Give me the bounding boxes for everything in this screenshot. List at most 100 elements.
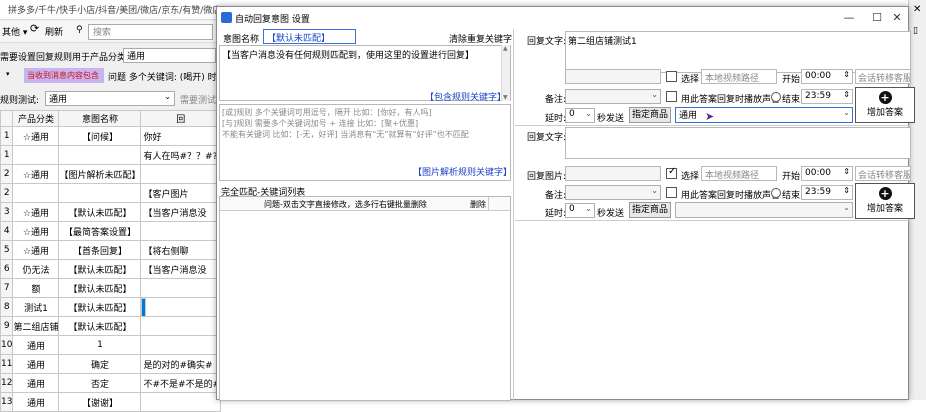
reply-text-input[interactable]: 第二组店铺测试1 (565, 31, 911, 73)
table-cell[interactable]: 【默认未匹配】 (58, 297, 142, 317)
table-cell[interactable]: 【谢谢】 (58, 392, 142, 412)
specify-product-button-2[interactable]: 指定商品 (629, 202, 671, 218)
reply-image-input[interactable] (565, 69, 661, 84)
table-row[interactable]: 7 额【默认未匹配】 (0, 278, 222, 298)
specify-product-button[interactable]: 指定商品 (629, 107, 671, 123)
table-row[interactable]: 10 通用 1 (0, 335, 222, 355)
intent-name-input[interactable]: 【默认未匹配】 (263, 29, 356, 44)
table-cell[interactable]: 【最简答案设置】 (58, 221, 142, 241)
table-cell[interactable]: ☆通用 (12, 221, 60, 241)
row-number[interactable]: 13 (0, 392, 14, 412)
local-video-path-input-2[interactable]: 本地视频路径 (701, 166, 777, 181)
row-number[interactable]: 9 (0, 316, 14, 336)
table-row[interactable]: 1 ☆通用 【问候】 你好 (0, 126, 222, 146)
table-cell[interactable] (140, 221, 222, 241)
table-row[interactable]: 9 第二组店铺 【默认未匹配】 (0, 316, 222, 336)
include-rule-keywords-link[interactable]: 【包含规则关键字】 (425, 90, 506, 103)
delay-select[interactable]: 0 ⌄ (565, 108, 595, 123)
table-cell[interactable]: ☆通用 (12, 164, 60, 184)
table-cell[interactable] (141, 298, 147, 317)
table-cell[interactable]: 【图片解析未匹配】 (58, 164, 142, 184)
select-checkbox-2[interactable] (666, 166, 677, 179)
grid-header[interactable]: 产品分类 (12, 110, 60, 127)
grid-header[interactable]: 意图名称 (58, 110, 142, 127)
table-cell[interactable]: ☆通用 (12, 126, 60, 146)
row-number[interactable]: 8 (0, 297, 14, 317)
row-number[interactable]: 5 (0, 240, 14, 260)
table-cell[interactable] (140, 335, 222, 355)
transfer-agent-input[interactable]: 会话转移客服: (855, 69, 911, 84)
row-number[interactable]: 1 (0, 145, 14, 165)
search-input[interactable]: 搜索 (88, 24, 213, 40)
image-rule-keywords-link[interactable]: 【图片解析规则关键字】 (413, 165, 512, 178)
table-cell[interactable]: 第二组店铺 (12, 316, 60, 336)
table-row[interactable]: 1 有人在吗#？？#? (0, 145, 222, 165)
start-time-input[interactable]: 00:00 ⇕ (801, 69, 853, 84)
play-sound-checkbox-2[interactable] (666, 187, 677, 198)
table-cell[interactable]: 【默认未匹配】 (58, 259, 142, 279)
table-cell[interactable]: 是的对的#确实# (140, 354, 222, 374)
grid-header[interactable]: 回 (140, 110, 222, 127)
start-time-input-2[interactable]: 00:00 ⇕ (801, 166, 853, 181)
table-cell[interactable] (58, 145, 142, 165)
table-cell[interactable]: 【当客户消息没 (140, 259, 222, 279)
product-select[interactable]: 通用 ⌄ (675, 107, 853, 123)
other-menu[interactable]: 其他 ▾ (2, 25, 27, 38)
table-row[interactable]: 12 通用 否定 不#不是#不是的# (0, 373, 222, 393)
table-cell[interactable]: 【默认未匹配】 (58, 316, 142, 336)
table-cell[interactable]: 仍无法 (12, 259, 60, 279)
row-number[interactable]: 1 (0, 126, 14, 146)
minimize-icon[interactable]: — (837, 10, 861, 26)
table-cell[interactable]: 不#不是#不是的# (140, 373, 222, 393)
add-answer-button-2[interactable]: + 增加答案 (855, 183, 915, 219)
clear-duplicate-keywords-button[interactable]: 清除重复关键字 (449, 32, 512, 45)
local-video-path-input[interactable]: 本地视频路径 (701, 69, 777, 84)
end-time-input[interactable]: 23:59 ⇕ (801, 89, 853, 104)
table-cell[interactable] (12, 183, 60, 203)
table-cell[interactable]: 【当客户消息没 (140, 202, 222, 222)
sound-radio-2[interactable] (771, 188, 781, 198)
table-row[interactable]: 4 ☆通用 【最简答案设置】 (0, 221, 222, 241)
table-cell[interactable] (58, 183, 142, 203)
table-cell[interactable]: 有人在吗#？？#? (140, 145, 222, 165)
table-row[interactable]: 8 测试1 【默认未匹配】 (0, 297, 221, 317)
table-cell[interactable]: 确定 (58, 354, 142, 374)
table-cell[interactable]: 【默认未匹配】 (58, 202, 142, 222)
row-number[interactable]: 6 (0, 259, 14, 279)
remark-select[interactable]: ⌄ (565, 89, 661, 104)
select-checkbox[interactable] (666, 71, 677, 82)
close-icon[interactable]: ✕ (885, 10, 909, 26)
expand-arrow-icon[interactable]: ▾ (6, 70, 10, 78)
table-cell[interactable]: 通用 (12, 392, 60, 412)
row-number[interactable]: 12 (0, 373, 14, 393)
row-number[interactable]: 2 (0, 164, 14, 184)
end-time-input-2[interactable]: 23:59 ⇕ (801, 185, 853, 200)
table-cell[interactable]: 1 (58, 335, 142, 355)
product-select-2[interactable]: ⌄ (675, 202, 853, 218)
table-cell[interactable]: 测试1 (12, 297, 60, 317)
table-cell[interactable] (140, 316, 222, 336)
row-number[interactable]: 2 (0, 183, 14, 203)
delay-select-2[interactable]: 0 ⌄ (565, 203, 595, 218)
table-cell[interactable]: 你好 (140, 126, 222, 146)
table-cell[interactable]: 通用 (12, 335, 60, 355)
table-row[interactable]: 3 ☆通用 【默认未匹配】 【当客户消息没 (0, 202, 222, 222)
table-cell[interactable]: 【客户图片 (140, 183, 222, 203)
table-row[interactable]: 2 ☆通用 【图片解析未匹配】 (0, 164, 222, 184)
table-cell[interactable]: 【默认未匹配】 (58, 278, 142, 298)
table-cell[interactable]: 通用 (12, 354, 60, 374)
test-select[interactable]: 通用 ⌄ (45, 91, 175, 106)
table-row[interactable]: 5 ☆通用 【首条回复】 【将右侧聊 (0, 240, 222, 260)
table-cell[interactable]: ☆通用 (12, 202, 60, 222)
table-row[interactable]: 2 【客户图片 (0, 183, 222, 203)
row-number[interactable]: 4 (0, 221, 14, 241)
refresh-button[interactable]: 刷新 (45, 25, 63, 38)
table-cell[interactable]: 通用 (12, 373, 60, 393)
close-icon[interactable]: ✕ (913, 4, 921, 15)
table-cell[interactable]: 【首条回复】 (58, 240, 142, 260)
table-cell[interactable] (140, 392, 222, 412)
match-condition-button[interactable]: 当收到消息内容包含 (24, 68, 104, 83)
add-answer-button[interactable]: + 增加答案 (855, 87, 915, 123)
list-header-delete[interactable]: 删除 (470, 199, 486, 210)
remark-select-2[interactable]: ⌄ (565, 185, 661, 200)
